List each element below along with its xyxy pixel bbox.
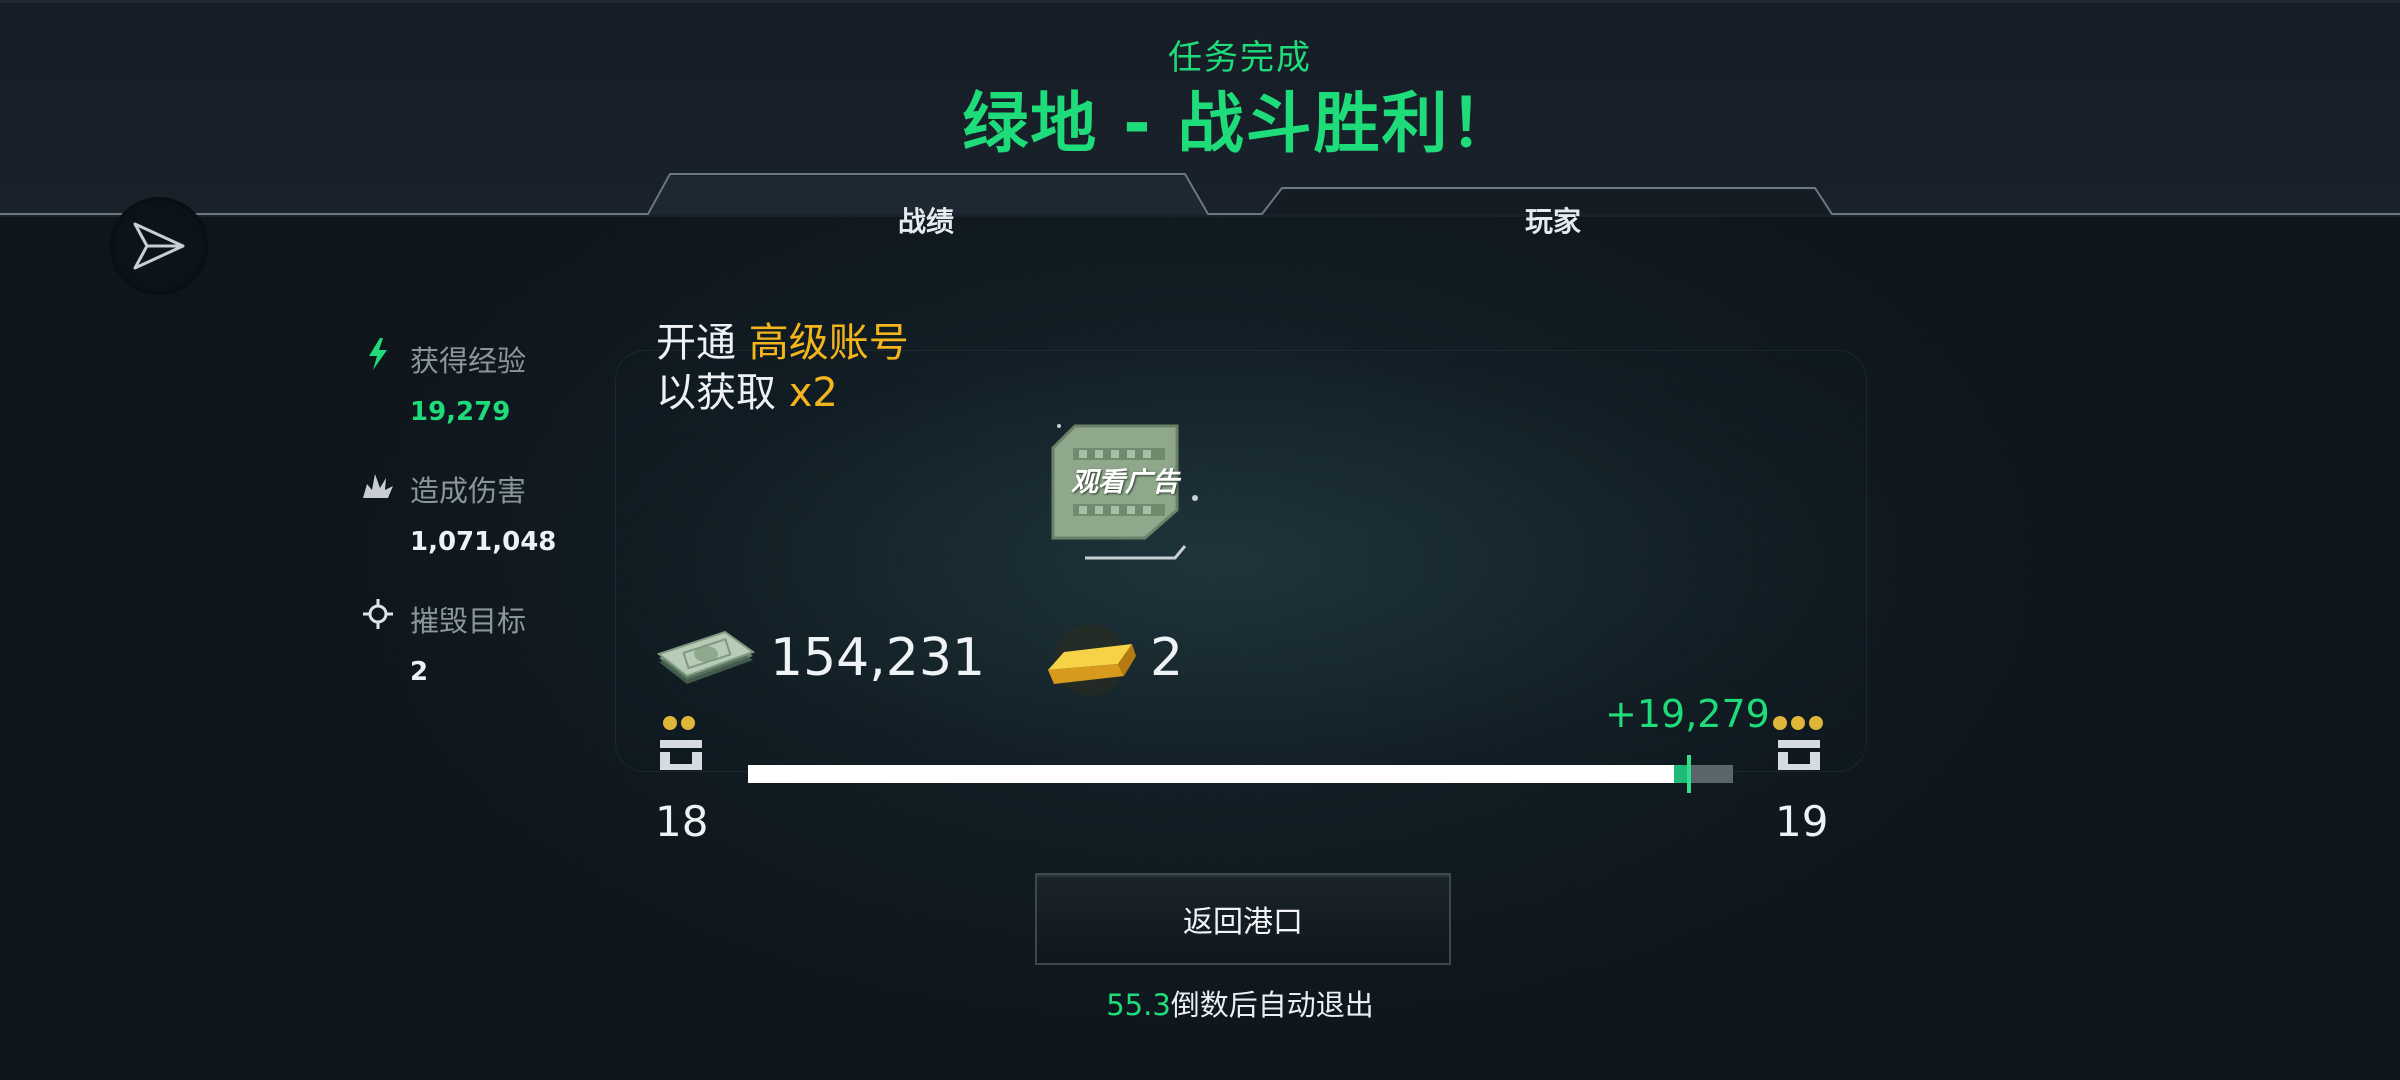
countdown-text: 倒数后自动退出	[1170, 988, 1374, 1022]
tab-players[interactable]: 玩家	[1403, 200, 1703, 240]
rank-19-insignia-icon	[1773, 716, 1823, 770]
promo-prefix-2: 以获取	[656, 370, 776, 416]
xp-gained-label: 获得经验	[410, 344, 527, 378]
tab-battle-record[interactable]: 战绩	[776, 200, 1076, 240]
promo-prefix-1: 开通	[656, 320, 736, 366]
next-level: 19	[1775, 797, 1829, 846]
auto-exit-countdown: 55.3倒数后自动退出	[0, 982, 2400, 1024]
xp-gained-value: 19,279	[410, 397, 511, 427]
send-icon	[133, 222, 185, 270]
gold-reward-value: 2	[1150, 628, 1184, 688]
cash-icon	[656, 630, 755, 684]
targets-destroyed-value: 2	[410, 657, 429, 687]
gold-bar-icon	[1048, 624, 1136, 696]
damage-dealt-label: 造成伤害	[410, 474, 527, 508]
rank-18-insignia-icon	[660, 716, 702, 770]
money-reward-value: 154,231	[770, 628, 986, 688]
return-to-port-label: 返回港口	[1183, 905, 1303, 940]
multiplier-label: x2	[788, 370, 838, 416]
watch-ad-label: 观看广告	[1071, 467, 1179, 498]
current-level: 18	[655, 797, 709, 846]
tab-outline	[0, 173, 2400, 215]
share-button[interactable]	[110, 197, 208, 295]
crosshair-icon	[360, 596, 396, 632]
progress-fill	[748, 765, 1674, 783]
return-to-port-button[interactable]: 返回港口	[1035, 873, 1451, 965]
explosion-icon	[360, 468, 396, 504]
premium-promo[interactable]: 开通 高级账号 以获取 x2	[656, 318, 909, 418]
targets-destroyed-label: 摧毁目标	[410, 604, 527, 638]
progress-marker	[1686, 755, 1691, 793]
lightning-icon	[360, 336, 396, 372]
level-progress-bar	[748, 755, 1733, 793]
premium-account-link: 高级账号	[748, 320, 909, 366]
xp-gain-label: +19,279	[1605, 692, 1770, 736]
countdown-seconds: 55.3	[1106, 988, 1171, 1022]
damage-dealt-value: 1,071,048	[410, 527, 557, 557]
battle-result-title: 绿地 - 战斗胜利！	[962, 85, 1518, 162]
